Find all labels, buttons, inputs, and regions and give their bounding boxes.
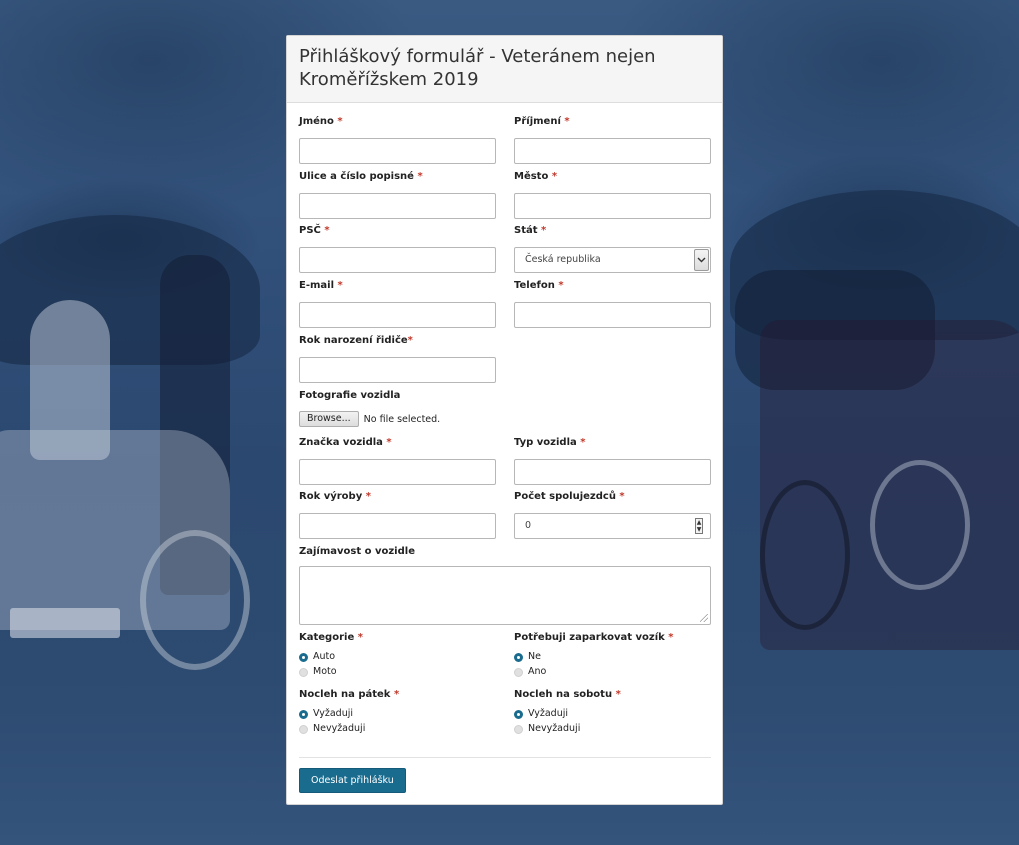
background-wheel-right	[760, 480, 850, 630]
stat-label: Stát *	[514, 225, 547, 236]
email-label: E-mail *	[299, 280, 343, 291]
chevron-down-icon[interactable]	[694, 249, 709, 271]
kategorie-label: Kategorie *	[299, 632, 363, 643]
rok-vyroby-input[interactable]	[299, 513, 496, 539]
jmeno-label: Jméno *	[299, 116, 343, 127]
file-upload: Browse... No file selected.	[299, 411, 599, 427]
radio-unchecked-icon[interactable]	[299, 667, 308, 677]
browse-button[interactable]: Browse...	[299, 411, 359, 427]
field-group-mesto: Město *	[514, 170, 711, 219]
radio-checked-icon[interactable]	[514, 652, 523, 662]
radio-label: Nevyžaduji	[528, 723, 581, 734]
background-wheel-left	[140, 530, 250, 670]
spinner-up-icon[interactable]: ▲	[696, 519, 702, 526]
radio-label: Auto	[313, 651, 336, 662]
radio-option-nevyzaduji-sobota[interactable]: Nevyžaduji	[514, 722, 711, 736]
field-group-psc: PSČ *	[299, 224, 496, 273]
radio-option-ne[interactable]: Ne	[514, 650, 711, 664]
spinner-arrows-icon[interactable]: ▲ ▼	[695, 518, 703, 534]
quantity-stepper[interactable]: 0 ▲ ▼	[514, 513, 711, 539]
radio-group-kategorie: Kategorie * Auto Moto	[299, 631, 496, 679]
field-group-rok-vyroby: Rok výroby *	[299, 490, 496, 539]
parkovani-label: Potřebuji zaparkovat vozík *	[514, 632, 674, 643]
zajimavost-textarea[interactable]	[299, 566, 711, 625]
znacka-input[interactable]	[299, 459, 496, 485]
field-group-email: E-mail *	[299, 279, 496, 328]
pocet-spolujezdcu-label: Počet spolujezdců *	[514, 491, 625, 502]
nocleh-patek-label: Nocleh na pátek *	[299, 689, 400, 700]
radio-group-nocleh-sobota: Nocleh na sobotu * Vyžaduji Nevyžaduji	[514, 688, 711, 736]
parkovani-options: Ne Ano	[514, 650, 711, 679]
radio-option-vyzaduji-sobota[interactable]: Vyžaduji	[514, 707, 711, 721]
prijmeni-label: Příjmení *	[514, 116, 570, 127]
ulice-input[interactable]	[299, 193, 496, 219]
stat-selected-value: Česká republika	[525, 254, 601, 265]
file-status: No file selected.	[363, 413, 441, 425]
field-group-zajimavost: Zajímavost o vozidle	[299, 545, 711, 559]
radio-option-ano[interactable]: Ano	[514, 665, 711, 679]
jmeno-input[interactable]	[299, 138, 496, 164]
radio-group-parkovani: Potřebuji zaparkovat vozík * Ne Ano	[514, 631, 711, 679]
kategorie-options: Auto Moto	[299, 650, 496, 679]
radio-label: Vyžaduji	[313, 708, 354, 719]
rok-vyroby-label: Rok výroby *	[299, 491, 371, 502]
pocet-spolujezdcu-value: 0	[525, 520, 532, 531]
mesto-label: Město *	[514, 171, 558, 182]
field-group-jmeno: Jméno *	[299, 115, 496, 164]
prijmeni-input[interactable]	[514, 138, 711, 164]
nocleh-sobota-options: Vyžaduji Nevyžaduji	[514, 707, 711, 736]
submit-button[interactable]: Odeslat přihlášku	[299, 768, 406, 793]
typ-label: Typ vozidla *	[514, 437, 586, 448]
psc-label: PSČ *	[299, 225, 330, 236]
radio-option-nevyzaduji-patek[interactable]: Nevyžaduji	[299, 722, 496, 736]
radio-option-vyzaduji-patek[interactable]: Vyžaduji	[299, 707, 496, 721]
radio-label: Moto	[313, 666, 337, 677]
telefon-label: Telefon *	[514, 280, 564, 291]
rok-narozeni-input[interactable]	[299, 357, 496, 383]
radio-label: Ne	[528, 651, 541, 662]
zajimavost-label: Zajímavost o vozidle	[299, 546, 415, 557]
background-car-grille	[870, 460, 970, 590]
form-divider	[299, 757, 711, 758]
radio-checked-icon[interactable]	[299, 709, 308, 719]
field-group-stat: Stát * Česká republika	[514, 224, 711, 273]
field-group-prijmeni: Příjmení *	[514, 115, 711, 164]
field-group-fotografie: Fotografie vozidla Browse... No file sel…	[299, 389, 599, 427]
radio-unchecked-icon[interactable]	[514, 667, 523, 677]
nocleh-sobota-label: Nocleh na sobotu *	[514, 689, 621, 700]
radio-group-nocleh-patek: Nocleh na pátek * Vyžaduji Nevyžaduji	[299, 688, 496, 736]
field-group-ulice: Ulice a číslo popisné *	[299, 170, 496, 219]
radio-label: Nevyžaduji	[313, 723, 366, 734]
ulice-label: Ulice a číslo popisné *	[299, 171, 423, 182]
mesto-input[interactable]	[514, 193, 711, 219]
registration-form-card: Přihláškový formulář - Veteránem nejen K…	[286, 35, 723, 805]
field-group-rok-narozeni: Rok narození řidiče*	[299, 334, 496, 383]
form-title: Přihláškový formulář - Veteránem nejen K…	[299, 46, 656, 90]
psc-input[interactable]	[299, 247, 496, 273]
field-group-pocet-spolujezdcu: Počet spolujezdců * 0 ▲ ▼	[514, 490, 711, 539]
background-license-plate	[10, 608, 120, 638]
typ-input[interactable]	[514, 459, 711, 485]
form-header: Přihláškový formulář - Veteránem nejen K…	[287, 36, 722, 103]
resize-grip-icon[interactable]	[700, 614, 708, 622]
stat-select[interactable]: Česká republika	[514, 247, 711, 273]
fotografie-label: Fotografie vozidla	[299, 390, 401, 401]
radio-checked-icon[interactable]	[514, 709, 523, 719]
rok-narozeni-label: Rok narození řidiče*	[299, 335, 413, 346]
telefon-input[interactable]	[514, 302, 711, 328]
radio-label: Ano	[528, 666, 547, 677]
radio-option-auto[interactable]: Auto	[299, 650, 496, 664]
email-field[interactable]	[299, 302, 496, 328]
radio-label: Vyžaduji	[528, 708, 569, 719]
radio-option-moto[interactable]: Moto	[299, 665, 496, 679]
radio-unchecked-icon[interactable]	[299, 724, 308, 734]
field-group-typ: Typ vozidla *	[514, 436, 711, 485]
radio-unchecked-icon[interactable]	[514, 724, 523, 734]
znacka-label: Značka vozidla *	[299, 437, 392, 448]
radio-checked-icon[interactable]	[299, 652, 308, 662]
nocleh-patek-options: Vyžaduji Nevyžaduji	[299, 707, 496, 736]
spinner-down-icon[interactable]: ▼	[696, 526, 702, 533]
field-group-znacka: Značka vozidla *	[299, 436, 496, 485]
field-group-telefon: Telefon *	[514, 279, 711, 328]
